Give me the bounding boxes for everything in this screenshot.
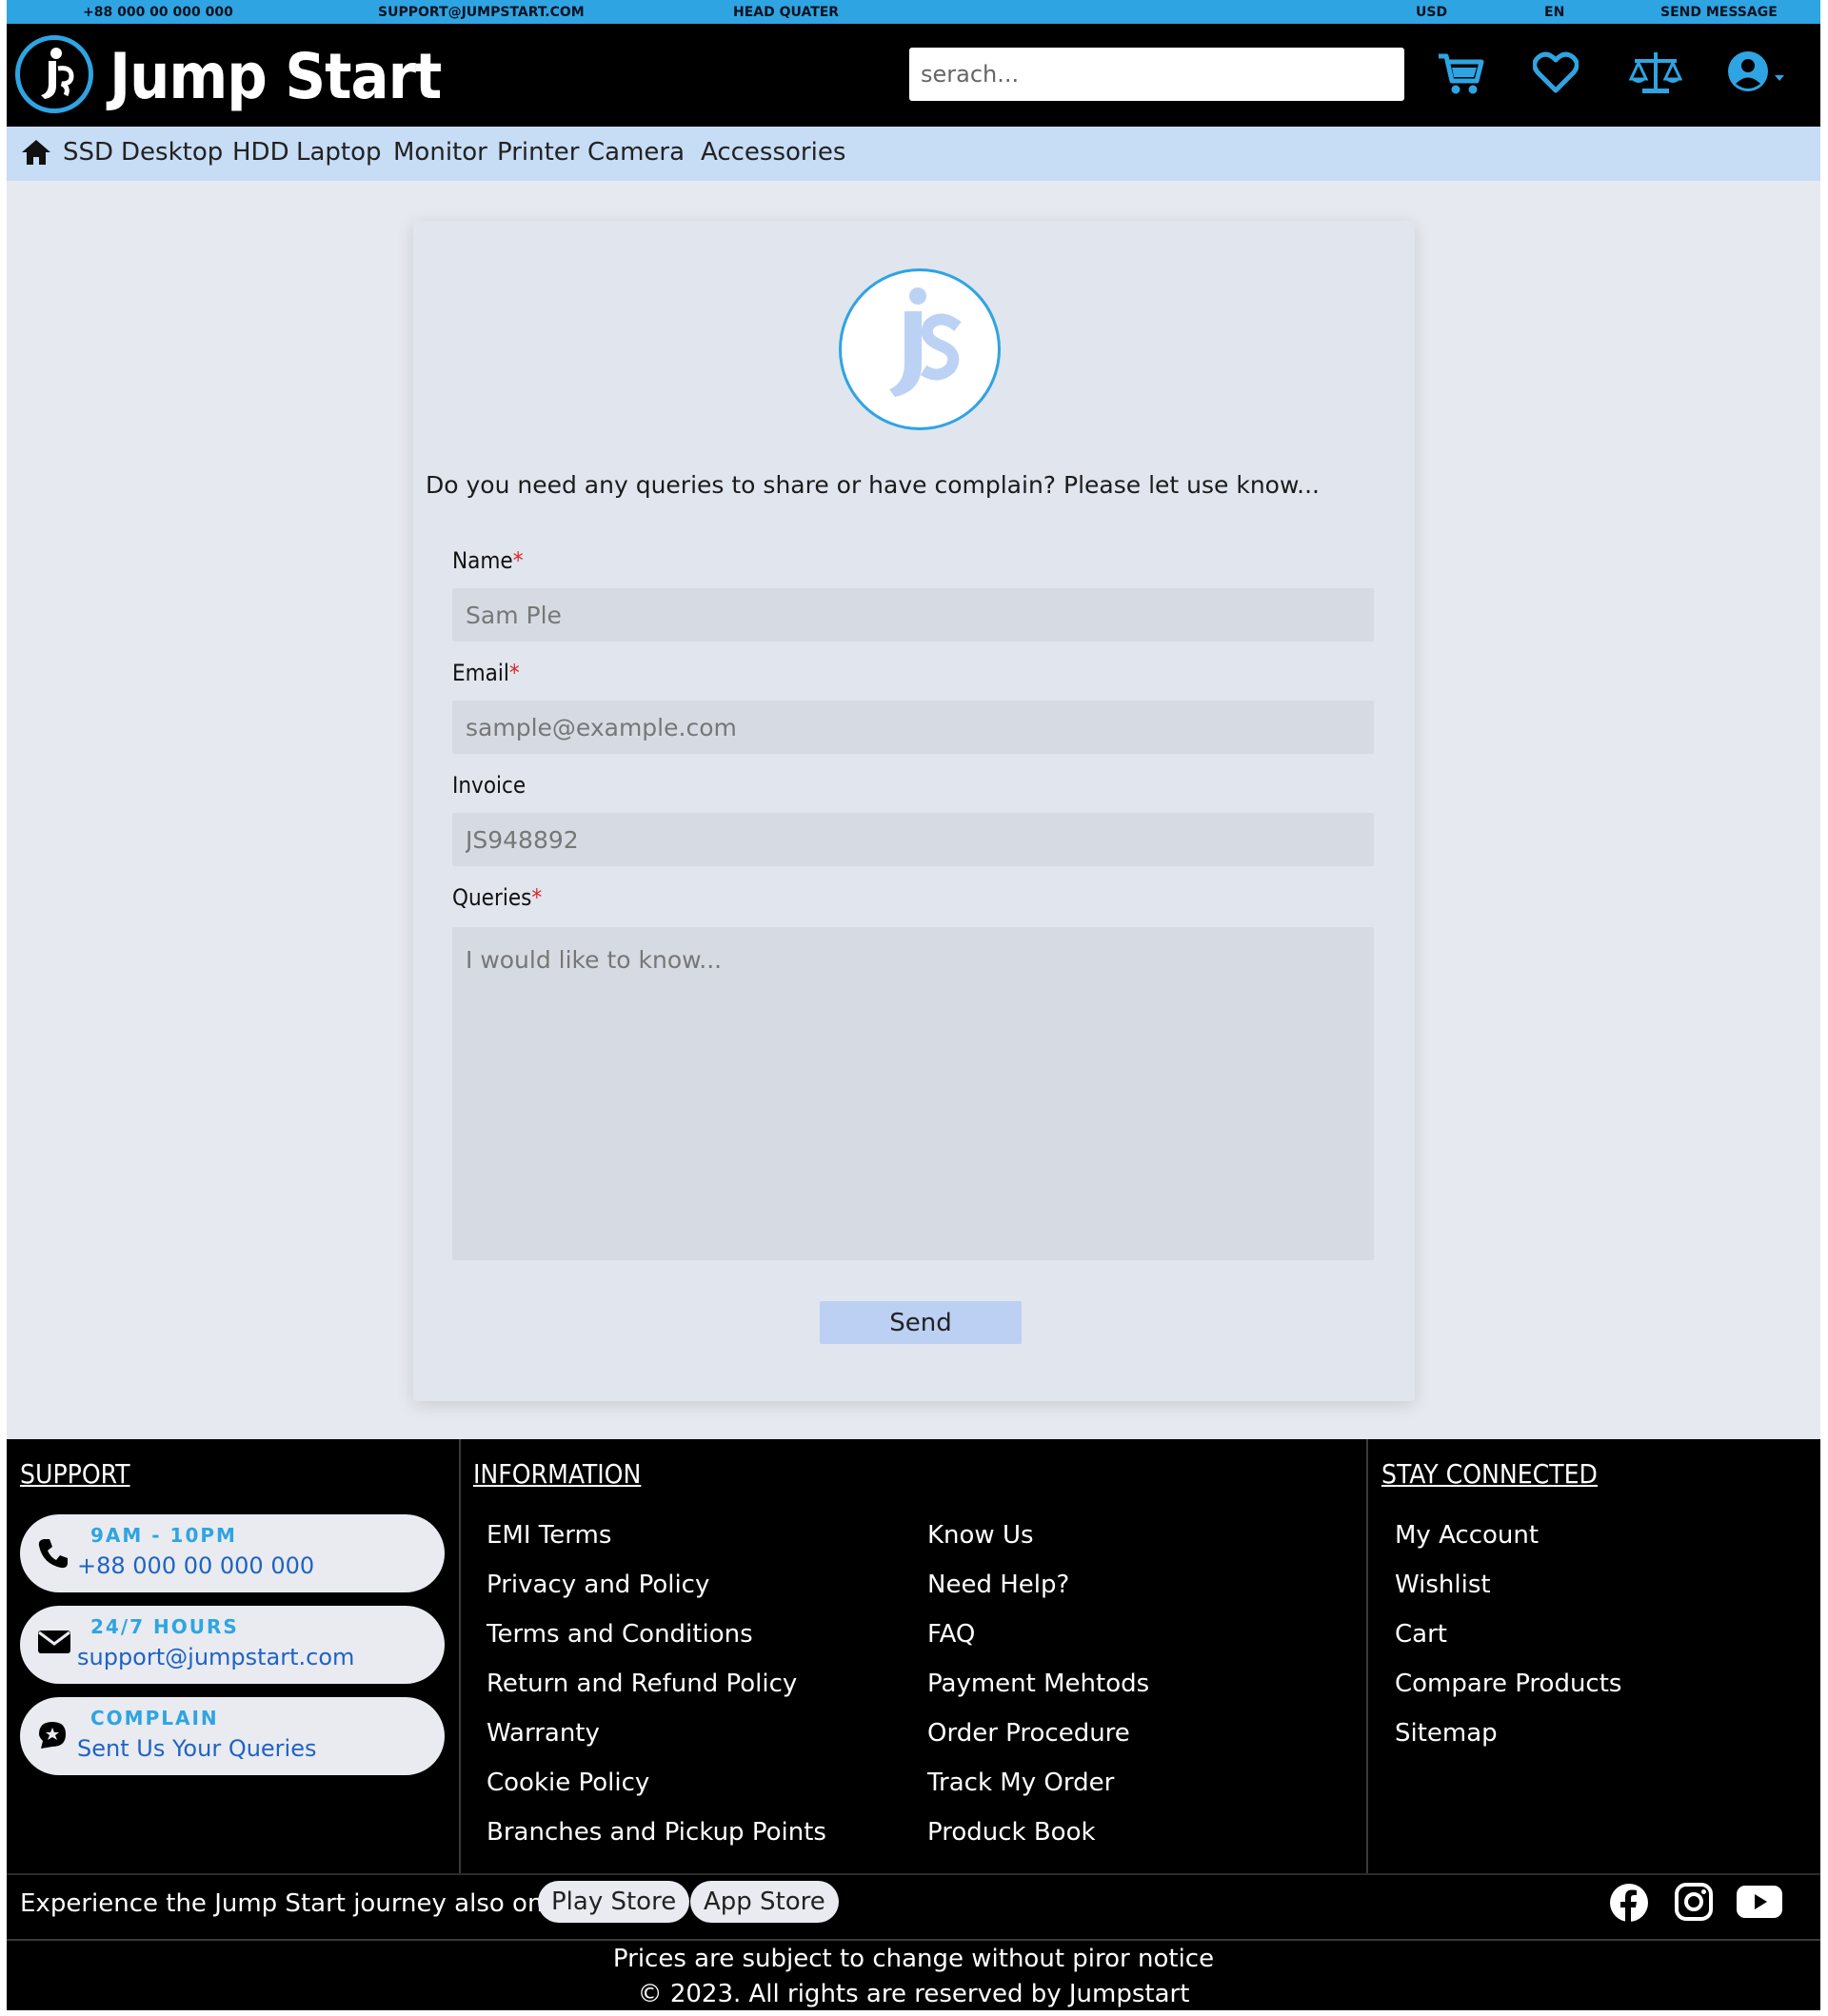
footer-link-payment[interactable]: Payment Mehtods bbox=[927, 1670, 1149, 1698]
footer-separator bbox=[7, 1939, 1820, 1941]
footer-link-cart[interactable]: Cart bbox=[1395, 1620, 1447, 1649]
copyright: © 2023. All rights are reserved by Jumps… bbox=[637, 1980, 1190, 2008]
email-label: Email* bbox=[452, 660, 520, 686]
youtube-icon[interactable] bbox=[1737, 1886, 1782, 1922]
home-icon[interactable] bbox=[21, 139, 51, 169]
support-hours-pill[interactable]: 9AM - 10PM +88 000 00 000 000 bbox=[20, 1514, 445, 1592]
brand-logo-icon bbox=[41, 48, 74, 99]
cart-icon[interactable] bbox=[1437, 50, 1484, 100]
footer-link-my-account[interactable]: My Account bbox=[1395, 1521, 1539, 1550]
app-promo-text: Experience the Jump Start journey also o… bbox=[20, 1889, 544, 1918]
search-input[interactable] bbox=[909, 48, 1404, 101]
complain-pill[interactable]: COMPLAIN Sent Us Your Queries bbox=[20, 1697, 445, 1775]
footer-link-branches[interactable]: Branches and Pickup Points bbox=[487, 1818, 826, 1847]
support-247-title: 24/7 HOURS bbox=[90, 1615, 239, 1638]
heart-icon[interactable] bbox=[1532, 50, 1580, 98]
support-hours-title: 9AM - 10PM bbox=[90, 1524, 237, 1547]
support-email[interactable]: support@jumpstart.com bbox=[77, 1644, 354, 1670]
complain-link[interactable]: Sent Us Your Queries bbox=[77, 1735, 316, 1762]
footer-link-warranty[interactable]: Warranty bbox=[487, 1719, 600, 1748]
support-phone[interactable]: +88 000 00 000 000 bbox=[77, 1552, 314, 1579]
footer-divider bbox=[1366, 1439, 1368, 1875]
queries-label: Queries* bbox=[452, 884, 542, 911]
topbar-send-message[interactable]: SEND MESSAGE bbox=[1660, 5, 1778, 20]
footer-link-compare[interactable]: Compare Products bbox=[1395, 1670, 1621, 1698]
name-label: Name* bbox=[452, 547, 524, 574]
footer-link-faq[interactable]: FAQ bbox=[927, 1620, 975, 1649]
footer-link-need-help[interactable]: Need Help? bbox=[927, 1571, 1069, 1599]
page: +88 000 00 000 000 SUPPORT@JUMPSTART.COM… bbox=[7, 0, 1820, 2010]
invoice-label: Invoice bbox=[452, 772, 527, 799]
footer-link-wishlist[interactable]: Wishlist bbox=[1395, 1571, 1491, 1599]
queries-label-text: Queries bbox=[452, 884, 532, 911]
required-mark: * bbox=[512, 547, 524, 574]
name-field[interactable] bbox=[452, 588, 1374, 642]
stay-connected-heading: STAY CONNECTED bbox=[1381, 1458, 1598, 1490]
category-hdd[interactable]: HDD bbox=[232, 138, 289, 167]
support-heading: SUPPORT bbox=[20, 1458, 130, 1490]
invoice-field[interactable] bbox=[452, 813, 1374, 866]
topbar-currency[interactable]: USD bbox=[1416, 5, 1447, 20]
header: Jump Start bbox=[7, 24, 1820, 127]
footer-link-refund[interactable]: Return and Refund Policy bbox=[487, 1670, 797, 1698]
play-store-button[interactable]: Play Store bbox=[538, 1881, 690, 1923]
instagram-icon[interactable] bbox=[1675, 1883, 1713, 1925]
footer-link-emi-terms[interactable]: EMI Terms bbox=[487, 1521, 611, 1550]
category-accessories[interactable]: Accessories bbox=[701, 138, 845, 167]
footer-link-sitemap[interactable]: Sitemap bbox=[1395, 1719, 1498, 1748]
phone-icon bbox=[37, 1537, 70, 1573]
footer-link-know-us[interactable]: Know Us bbox=[927, 1521, 1034, 1550]
category-nav: SSD Desktop HDD Laptop Monitor Printer C… bbox=[7, 127, 1820, 181]
footer-link-track-order[interactable]: Track My Order bbox=[927, 1769, 1114, 1797]
topbar-email[interactable]: SUPPORT@JUMPSTART.COM bbox=[378, 5, 585, 20]
contact-form-card: Do you need any queries to share or have… bbox=[413, 221, 1415, 1401]
footer: SUPPORT 9AM - 10PM +88 000 00 000 000 24… bbox=[7, 1439, 1820, 2010]
brand-name[interactable]: Jump Start bbox=[109, 40, 442, 113]
js-logo-icon bbox=[889, 287, 962, 397]
footer-link-produck-book[interactable]: Produck Book bbox=[927, 1818, 1096, 1847]
facebook-icon[interactable] bbox=[1609, 1883, 1649, 1927]
complain-icon bbox=[37, 1720, 68, 1754]
footer-link-privacy[interactable]: Privacy and Policy bbox=[487, 1571, 709, 1599]
footer-divider bbox=[459, 1439, 461, 1875]
footer-link-terms[interactable]: Terms and Conditions bbox=[487, 1620, 753, 1649]
top-bar: +88 000 00 000 000 SUPPORT@JUMPSTART.COM… bbox=[7, 0, 1820, 24]
category-laptop[interactable]: Laptop bbox=[296, 138, 382, 167]
complain-title: COMPLAIN bbox=[90, 1707, 219, 1729]
brand-logo[interactable] bbox=[15, 35, 93, 113]
information-heading: INFORMATION bbox=[473, 1458, 642, 1490]
app-store-button[interactable]: App Store bbox=[690, 1881, 839, 1923]
footer-separator bbox=[7, 1873, 1820, 1875]
user-account-icon[interactable] bbox=[1727, 50, 1790, 100]
form-logo bbox=[839, 268, 1001, 430]
category-desktop[interactable]: Desktop bbox=[121, 138, 223, 167]
compare-scale-icon[interactable] bbox=[1628, 50, 1683, 100]
topbar-language[interactable]: EN bbox=[1544, 5, 1564, 20]
queries-textarea[interactable] bbox=[452, 927, 1374, 1260]
send-button[interactable]: Send bbox=[820, 1301, 1022, 1344]
category-printer[interactable]: Printer bbox=[497, 138, 580, 167]
email-label-text: Email bbox=[452, 660, 509, 686]
mail-icon bbox=[37, 1629, 71, 1659]
topbar-head-quarter[interactable]: HEAD QUATER bbox=[733, 5, 839, 20]
category-monitor[interactable]: Monitor bbox=[393, 138, 487, 167]
footer-link-order-procedure[interactable]: Order Procedure bbox=[927, 1719, 1130, 1748]
required-mark: * bbox=[531, 884, 543, 911]
form-intro-text: Do you need any queries to share or have… bbox=[426, 471, 1320, 499]
category-ssd[interactable]: SSD bbox=[63, 138, 113, 167]
price-notice: Prices are subject to change without pir… bbox=[612, 1945, 1215, 1973]
topbar-phone[interactable]: +88 000 00 000 000 bbox=[83, 5, 233, 20]
required-mark: * bbox=[508, 660, 520, 686]
support-email-pill[interactable]: 24/7 HOURS support@jumpstart.com bbox=[20, 1606, 445, 1684]
email-field[interactable] bbox=[452, 701, 1374, 754]
category-camera[interactable]: Camera bbox=[587, 138, 685, 167]
name-label-text: Name bbox=[452, 547, 513, 574]
footer-link-cookie[interactable]: Cookie Policy bbox=[487, 1769, 649, 1797]
